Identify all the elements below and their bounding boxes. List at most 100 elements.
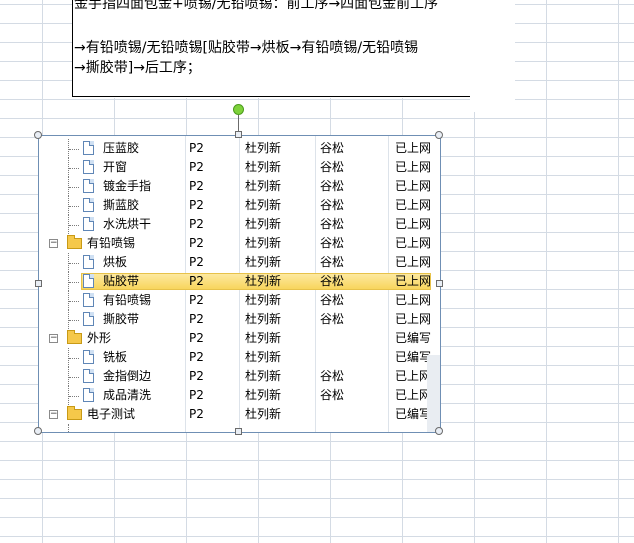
folder-icon: [67, 406, 82, 420]
row-status: 已编写: [395, 407, 432, 421]
row-code: P2: [189, 236, 204, 250]
collapse-icon[interactable]: −: [49, 334, 58, 343]
tree-row[interactable]: 撕胶带 P2 杜列新 谷松 已上网: [39, 310, 440, 329]
row-code: P2: [189, 350, 204, 364]
resize-handle-top-left[interactable]: [34, 131, 42, 139]
row-name: 外形: [87, 331, 112, 345]
tree-connector: [69, 282, 79, 283]
row-reviewer: 谷松: [320, 160, 345, 174]
tree-row[interactable]: 水洗烘干 P2 杜列新 谷松 已上网: [39, 215, 440, 234]
row-owner: 杜列新: [245, 236, 282, 250]
row-code: P2: [189, 331, 204, 345]
row-status: 已编写: [395, 350, 432, 364]
row-owner: 杜列新: [245, 141, 282, 155]
row-code: P2: [189, 312, 204, 326]
document-icon: [83, 293, 94, 307]
rotate-handle-icon[interactable]: [233, 104, 244, 115]
text-line-3: →撕胶带]→后工序；: [74, 60, 201, 76]
resize-handle-bottom-right[interactable]: [435, 427, 443, 435]
tree-row[interactable]: 铣板 P2 杜列新 已编写: [39, 348, 440, 367]
row-name: 撕胶带: [103, 312, 140, 326]
tree-connector: [69, 396, 79, 397]
tree-folder-row[interactable]: − 外形 P2 杜列新 已编写: [39, 329, 440, 348]
tree-row[interactable]: 烘板 P2 杜列新 谷松 已上网: [39, 253, 440, 272]
tree-connector: [69, 149, 79, 150]
tree-connector: [69, 168, 79, 169]
row-owner: 杜列新: [245, 198, 282, 212]
tree-row[interactable]: 有铅喷锡 P2 杜列新 谷松 已上网: [39, 291, 440, 310]
row-name: 撕蓝胶: [103, 198, 140, 212]
document-icon: [83, 179, 94, 193]
row-reviewer: 谷松: [320, 198, 345, 212]
resize-handle-bottom[interactable]: [235, 428, 242, 435]
row-status: 已编写: [395, 331, 432, 345]
resize-handle-left[interactable]: [35, 280, 42, 287]
clipped-scrollbar: [427, 355, 440, 432]
row-name: 有铅喷锡: [87, 236, 136, 250]
row-code: P2: [189, 274, 204, 288]
tree-connector: [69, 263, 79, 264]
row-owner: 杜列新: [245, 293, 282, 307]
tree-row[interactable]: 镀金手指 P2 杜列新 谷松 已上网: [39, 177, 440, 196]
collapse-icon[interactable]: −: [49, 410, 58, 419]
row-status: 已上网: [395, 369, 432, 383]
row-code: P2: [189, 388, 204, 402]
tree-folder-row[interactable]: − 有铅喷锡 P2 杜列新 谷松 已上网: [39, 234, 440, 253]
row-owner: 杜列新: [245, 312, 282, 326]
tree-connector: [68, 424, 69, 432]
tree-row[interactable]: 开窗 P2 杜列新 谷松 已上网: [39, 158, 440, 177]
tree-connector: [69, 206, 79, 207]
row-owner: 杜列新: [245, 255, 282, 269]
row-owner: 杜列新: [245, 160, 282, 174]
tree-connector: [69, 187, 79, 188]
tree-row[interactable]: 压蓝胶 P2 杜列新 谷松 已上网: [39, 139, 440, 158]
row-reviewer: 谷松: [320, 236, 345, 250]
folder-icon: [67, 235, 82, 249]
row-status: 已上网: [395, 293, 432, 307]
tree-row[interactable]: 贴胶带 P2 杜列新 谷松 已上网: [39, 272, 440, 291]
text-box[interactable]: 金手指四面包金+喷锡/无铅喷锡：前工序→四面包金前工序 →有铅喷锡/无铅喷锡[贴…: [72, 0, 472, 98]
resize-handle-bottom-left[interactable]: [34, 427, 42, 435]
row-reviewer: 谷松: [320, 369, 345, 383]
row-reviewer: 谷松: [320, 141, 345, 155]
row-name: 开窗: [103, 160, 128, 174]
row-status: 已上网: [395, 217, 432, 231]
row-status: 已上网: [395, 160, 432, 174]
row-code: P2: [189, 369, 204, 383]
document-icon: [83, 369, 94, 383]
row-code: P2: [189, 198, 204, 212]
text-line-2: →有铅喷锡/无铅喷锡[贴胶带→烘板→有铅喷锡/无铅喷锡: [74, 40, 419, 56]
tree-row[interactable]: 成品清洗 P2 杜列新 谷松 已上网: [39, 386, 440, 405]
row-status: 已上网: [395, 388, 432, 402]
tree-row[interactable]: 金指倒边 P2 杜列新 谷松 已上网: [39, 367, 440, 386]
resize-handle-right[interactable]: [436, 280, 443, 287]
document-icon: [83, 198, 94, 212]
row-name: 水洗烘干: [103, 217, 152, 231]
row-name: 有铅喷锡: [103, 293, 152, 307]
collapse-icon[interactable]: −: [49, 239, 58, 248]
tree-connector: [69, 358, 79, 359]
row-owner: 杜列新: [245, 350, 282, 364]
tree-row[interactable]: 撕蓝胶 P2 杜列新 谷松 已上网: [39, 196, 440, 215]
document-icon: [83, 274, 94, 288]
resize-handle-top[interactable]: [235, 131, 242, 138]
embedded-tree-image[interactable]: 压蓝胶 P2 杜列新 谷松 已上网 开窗 P2 杜列新 谷松 已上网 镀金手指 P2 杜列新 谷松 已上网撕…: [38, 135, 441, 433]
textbox-margin: [470, 0, 515, 112]
tree-connector: [69, 320, 79, 321]
resize-handle-top-right[interactable]: [435, 131, 443, 139]
row-status: 已上网: [395, 141, 432, 155]
row-reviewer: 谷松: [320, 312, 345, 326]
row-owner: 杜列新: [245, 217, 282, 231]
row-reviewer: 谷松: [320, 388, 345, 402]
row-reviewer: 谷松: [320, 293, 345, 307]
row-owner: 杜列新: [245, 274, 282, 288]
row-name: 压蓝胶: [103, 141, 140, 155]
row-code: P2: [189, 217, 204, 231]
row-name: 电子测试: [87, 407, 136, 421]
row-owner: 杜列新: [245, 331, 282, 345]
tree-folder-row[interactable]: − 电子测试 P2 杜列新 已编写: [39, 405, 440, 424]
row-code: P2: [189, 407, 204, 421]
row-owner: 杜列新: [245, 388, 282, 402]
row-owner: 杜列新: [245, 369, 282, 383]
row-code: P2: [189, 160, 204, 174]
